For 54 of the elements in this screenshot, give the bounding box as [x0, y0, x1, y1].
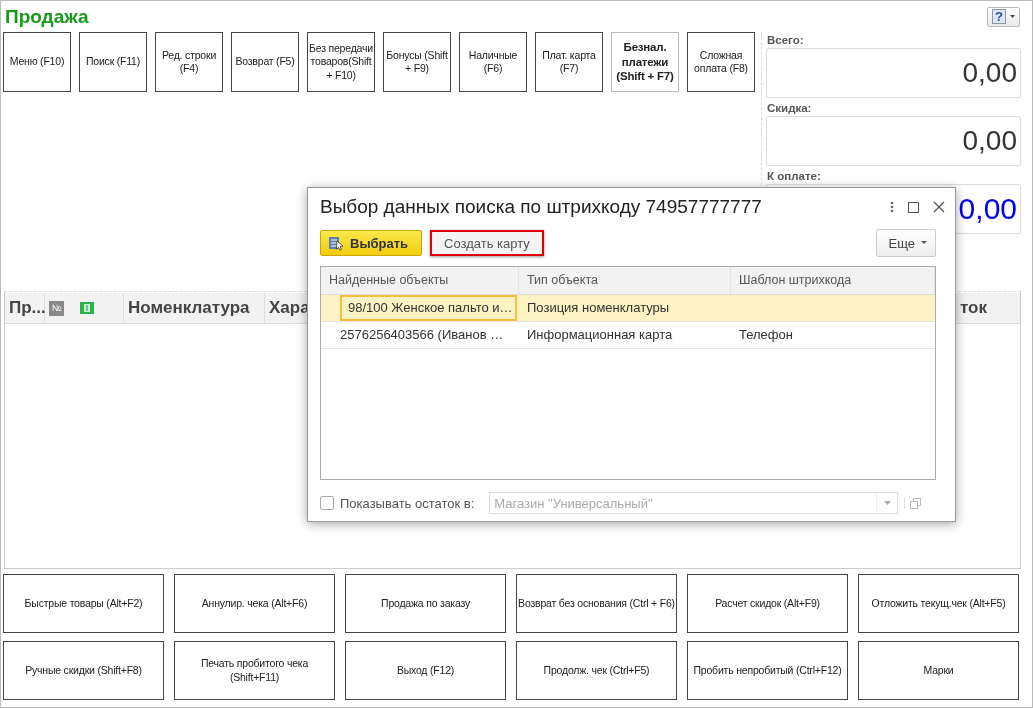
pos-button[interactable]: Меню (F10) — [3, 32, 71, 92]
pos-button[interactable]: Наличные (F6) — [459, 32, 527, 92]
table-cell-text: Позиция номенклатуры — [526, 299, 671, 317]
maximize-icon[interactable] — [908, 201, 919, 213]
caret-icon — [1010, 15, 1015, 18]
total-value: 0,00 — [766, 116, 1021, 166]
more-button[interactable]: Еще — [875, 229, 936, 257]
select-button[interactable]: Выбрать — [320, 230, 423, 256]
more-icon[interactable] — [890, 201, 894, 213]
total-label: Скидка: — [767, 101, 813, 116]
column-header[interactable]: Тип объекта — [519, 267, 731, 294]
pos-button[interactable]: Возврат (F5) — [231, 32, 299, 92]
number-icon: № — [49, 300, 64, 316]
pos-button[interactable]: Поиск (F11) — [79, 32, 147, 92]
pos-button[interactable]: Пробить непробитый (Ctrl+F12) — [687, 641, 848, 700]
pos-button[interactable]: Выход (F12) — [345, 641, 506, 700]
pos-button[interactable]: Ред. строки (F4) — [155, 32, 223, 92]
pos-button[interactable]: Бонусы (Shift + F9) — [383, 32, 451, 92]
help-button[interactable]: ? — [987, 6, 1020, 27]
pos-button[interactable]: Марки — [858, 641, 1019, 700]
checkbox-label: Показывать остаток в: — [340, 495, 475, 511]
table-cell-text: 2576256403566 (Иванов … — [339, 326, 505, 344]
total-label: К оплате: — [767, 169, 822, 184]
dialog-title: Выбор данных поиска по штрихкоду 74957777777 — [320, 196, 763, 218]
selected-row[interactable]: 98/100 Женское пальто и… Позиция номенклатуры — [321, 295, 935, 322]
window-title: Продажа — [5, 5, 90, 28]
table-cell: 98/100 Женское пальто и… — [340, 295, 517, 321]
table-cell-text: Телефон — [738, 326, 794, 344]
pos-button[interactable]: Возврат без основания (Ctrl + F6) — [516, 574, 677, 633]
total-label: Всего: — [767, 33, 805, 48]
pos-button[interactable]: Расчет скидок (Alt+F9) — [687, 574, 848, 633]
pos-button[interactable]: Безнал. платежи (Shift + F7) — [611, 32, 679, 92]
pos-button[interactable]: Сложная оплата (F8) — [687, 32, 755, 92]
pos-button[interactable]: Быстрые товары (Alt+F2) — [3, 574, 164, 633]
total-value: 0,00 — [766, 48, 1021, 98]
pos-button[interactable]: Ручные скидки (Shift+F8) — [3, 641, 164, 700]
pos-button[interactable]: Отложить текущ.чек (Alt+F5) — [858, 574, 1019, 633]
select-icon — [328, 235, 344, 251]
create-card-button[interactable]: Создать карту — [430, 230, 544, 256]
pos-button[interactable]: Продажа по заказу — [345, 574, 506, 633]
column-header[interactable]: ток — [960, 293, 1020, 323]
pos-button[interactable]: Аннулир. чека (Alt+F6) — [174, 574, 335, 633]
column-header[interactable]: Номенклатура — [124, 293, 265, 323]
column-header[interactable]: Пр... — [5, 293, 45, 323]
pos-button[interactable]: Печать пробитого чека (Shift+F11) — [174, 641, 335, 700]
pos-button[interactable]: Продолж. чек (Ctrl+F5) — [516, 641, 677, 700]
table-cell-text: Информационная карта — [526, 326, 674, 344]
caret-icon — [921, 241, 927, 245]
close-icon[interactable] — [933, 201, 945, 213]
banknote-icon — [80, 302, 94, 314]
pos-button[interactable]: Без передачи товаров(Shift + F10) — [307, 32, 375, 92]
column-header[interactable]: Найденные объекты — [321, 267, 519, 294]
pos-button[interactable]: Плат. карта (F7) — [535, 32, 603, 92]
column-header[interactable]: Шаблон штрихкода — [731, 267, 935, 294]
